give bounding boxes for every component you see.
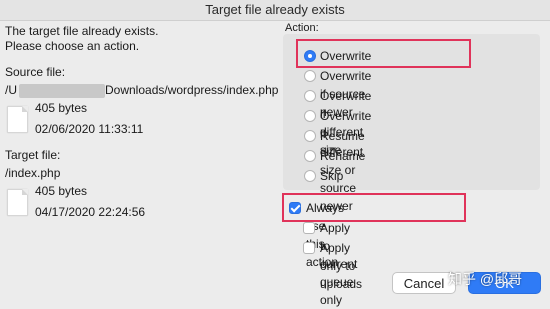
target-file-date: 04/17/2020 22:24:56 bbox=[35, 205, 146, 219]
message-line-1: The target file already exists. bbox=[5, 24, 159, 38]
watermark: 知乎 @邱哥 bbox=[448, 271, 523, 287]
target-file-path: /index.php bbox=[5, 166, 61, 180]
radio-label: Rename bbox=[320, 149, 366, 163]
message-line-2: Please choose an action. bbox=[5, 39, 140, 53]
radio-label: Resume bbox=[320, 129, 365, 143]
source-file-heading: Source file: bbox=[5, 65, 66, 79]
radio-button[interactable] bbox=[304, 170, 316, 182]
highlight-box-always-use bbox=[282, 193, 466, 222]
radio-button[interactable] bbox=[304, 110, 316, 122]
source-path-prefix: /U bbox=[5, 83, 17, 97]
file-icon bbox=[7, 189, 28, 216]
checkbox-label: Apply only to uploads bbox=[320, 241, 363, 291]
checkbox[interactable] bbox=[303, 242, 315, 254]
radio-button[interactable] bbox=[304, 130, 316, 142]
target-file-heading: Target file: bbox=[5, 148, 61, 162]
cancel-button[interactable]: Cancel bbox=[392, 272, 456, 294]
radio-button[interactable] bbox=[304, 150, 316, 162]
radio-button[interactable] bbox=[304, 90, 316, 102]
target-file-size: 405 bytes bbox=[35, 184, 88, 198]
action-heading: Action: bbox=[285, 22, 319, 34]
highlight-box-overwrite bbox=[296, 39, 471, 68]
window-title: Target file already exists bbox=[0, 0, 550, 21]
source-file-date: 02/06/2020 11:33:11 bbox=[35, 122, 144, 136]
radio-button[interactable] bbox=[304, 70, 316, 82]
source-file-size: 405 bytes bbox=[35, 101, 88, 115]
source-file-path: /U Downloads/wordpress/index.php bbox=[5, 83, 278, 98]
source-path-suffix: Downloads/wordpress/index.php bbox=[105, 83, 279, 97]
checkbox[interactable] bbox=[303, 222, 315, 234]
redacted-path-segment bbox=[19, 83, 105, 98]
file-icon bbox=[7, 106, 28, 133]
radio-label: Skip bbox=[320, 169, 344, 183]
